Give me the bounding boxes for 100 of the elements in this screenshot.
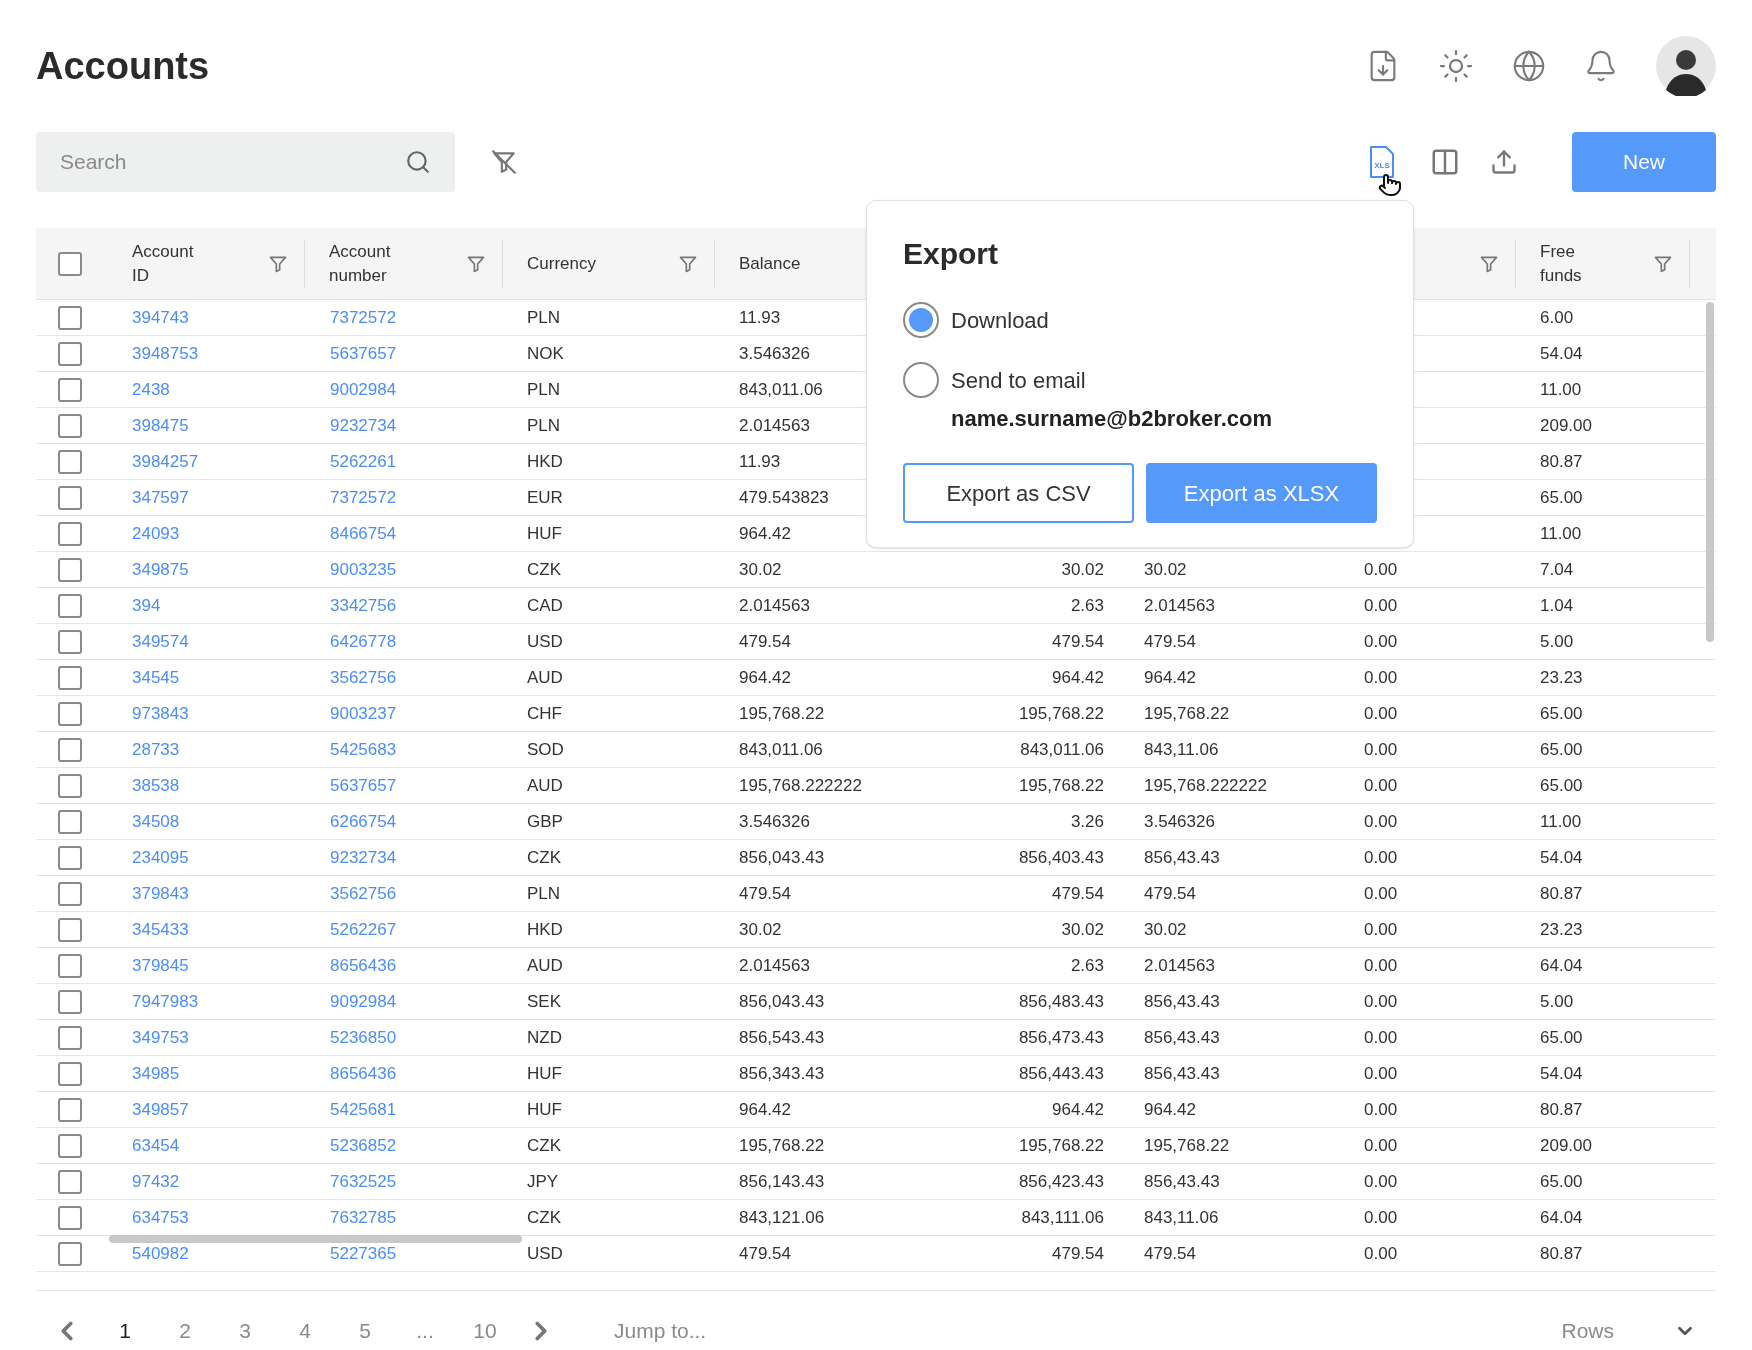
radio-option[interactable]: Download	[903, 302, 1377, 338]
bell-icon[interactable]	[1584, 49, 1618, 83]
account-id-link[interactable]: 398475	[132, 412, 189, 439]
checkbox[interactable]	[58, 1205, 82, 1230]
checkbox[interactable]	[58, 845, 82, 870]
account-id-link[interactable]: 347597	[132, 484, 189, 511]
account-number-link[interactable]: 6266754	[330, 808, 397, 835]
page-link[interactable]: 4	[290, 1314, 320, 1347]
export-xlsx-button[interactable]: Export as XLSX	[1146, 463, 1377, 523]
account-id-link[interactable]: 34508	[132, 808, 180, 835]
checkbox[interactable]	[58, 1061, 82, 1086]
radio-option[interactable]: Send to email	[903, 362, 1377, 398]
account-number-link[interactable]: 9003235	[330, 556, 397, 583]
checkbox[interactable]	[58, 809, 82, 834]
columns-icon[interactable]	[1430, 147, 1460, 177]
account-id-link[interactable]: 349753	[132, 1024, 189, 1051]
account-id-link[interactable]: 24093	[132, 520, 180, 547]
checkbox[interactable]	[58, 449, 82, 474]
checkbox[interactable]	[58, 1025, 82, 1050]
export-csv-button[interactable]: Export as CSV	[903, 463, 1135, 523]
account-number-link[interactable]: 5262261	[330, 448, 397, 475]
account-number-link[interactable]: 8656436	[330, 1060, 397, 1087]
checkbox[interactable]	[58, 953, 82, 978]
account-number-link[interactable]: 5425681	[330, 1096, 397, 1123]
account-number-link[interactable]: 7632785	[330, 1204, 397, 1231]
filter-off-icon[interactable]	[491, 149, 517, 175]
account-id-link[interactable]: 394743	[132, 304, 189, 331]
checkbox[interactable]	[58, 701, 82, 726]
page-link[interactable]: 2	[170, 1314, 200, 1347]
page-link[interactable]: 3	[230, 1314, 260, 1347]
account-id-link[interactable]: 540982	[132, 1240, 189, 1267]
account-id-link[interactable]: 349574	[132, 628, 189, 655]
sun-icon[interactable]	[1438, 48, 1474, 84]
account-number-link[interactable]: 5425683	[330, 736, 397, 763]
account-number-link[interactable]: 3562756	[330, 664, 397, 691]
upload-icon[interactable]	[1490, 148, 1518, 176]
checkbox[interactable]	[58, 305, 82, 330]
filter-icon[interactable]	[1479, 254, 1499, 274]
page-link[interactable]: 5	[350, 1314, 380, 1347]
checkbox[interactable]	[58, 485, 82, 510]
checkbox[interactable]	[58, 629, 82, 654]
account-id-link[interactable]: 379843	[132, 880, 189, 907]
account-id-link[interactable]: 379845	[132, 952, 189, 979]
checkbox[interactable]	[58, 252, 82, 276]
checkbox[interactable]	[58, 341, 82, 366]
account-number-link[interactable]: 3342756	[330, 592, 397, 619]
checkbox[interactable]	[58, 1169, 82, 1194]
checkbox[interactable]	[58, 881, 82, 906]
checkbox[interactable]	[58, 377, 82, 402]
account-id-link[interactable]: 28733	[132, 736, 180, 763]
filter-icon[interactable]	[678, 254, 698, 274]
checkbox[interactable]	[58, 665, 82, 690]
account-number-link[interactable]: 5236850	[330, 1024, 397, 1051]
account-id-link[interactable]: 345433	[132, 916, 189, 943]
search-icon[interactable]	[405, 149, 431, 175]
account-number-link[interactable]: 6426778	[330, 628, 397, 655]
account-id-link[interactable]: 634753	[132, 1204, 189, 1231]
account-id-link[interactable]: 7947983	[132, 988, 199, 1015]
account-number-link[interactable]: 7632525	[330, 1168, 397, 1195]
account-id-link[interactable]: 34985	[132, 1060, 180, 1087]
account-id-link[interactable]: 349857	[132, 1096, 189, 1123]
account-id-link[interactable]: 2438	[132, 376, 170, 403]
account-id-link[interactable]: 394	[132, 592, 161, 619]
checkbox[interactable]	[58, 1097, 82, 1122]
account-id-link[interactable]: 34545	[132, 664, 180, 691]
vertical-scrollbar[interactable]	[1706, 302, 1714, 642]
checkbox[interactable]	[58, 557, 82, 582]
checkbox[interactable]	[58, 1133, 82, 1158]
checkbox[interactable]	[58, 521, 82, 546]
filter-icon[interactable]	[466, 254, 486, 274]
account-number-link[interactable]: 9232734	[330, 412, 397, 439]
filter-icon[interactable]	[1653, 254, 1673, 274]
xls-file-icon[interactable]: XLS	[1368, 146, 1396, 178]
checkbox[interactable]	[58, 773, 82, 798]
checkbox[interactable]	[58, 413, 82, 438]
account-number-link[interactable]: 3562756	[330, 880, 397, 907]
account-number-link[interactable]: 8466754	[330, 520, 397, 547]
horizontal-scrollbar[interactable]	[109, 1235, 522, 1243]
globe-icon[interactable]	[1512, 49, 1546, 83]
account-number-link[interactable]: 5227365	[330, 1240, 397, 1267]
account-id-link[interactable]: 38538	[132, 772, 180, 799]
account-number-link[interactable]: 8656436	[330, 952, 397, 979]
account-number-link[interactable]: 5262267	[330, 916, 397, 943]
account-id-link[interactable]: 3984257	[132, 448, 199, 475]
account-number-link[interactable]: 9092984	[330, 988, 397, 1015]
jump-to-field[interactable]: Jump to...	[614, 1314, 814, 1347]
checkbox[interactable]	[58, 737, 82, 762]
account-id-link[interactable]: 349875	[132, 556, 189, 583]
checkbox[interactable]	[58, 593, 82, 618]
page-link[interactable]: 1	[110, 1314, 140, 1347]
account-number-link[interactable]: 5637657	[330, 772, 397, 799]
account-id-link[interactable]: 3948753	[132, 340, 199, 367]
filter-icon[interactable]	[268, 254, 288, 274]
checkbox[interactable]	[58, 1241, 82, 1266]
account-number-link[interactable]: 5637657	[330, 340, 397, 367]
rows-dropdown[interactable]: Rows	[1561, 1314, 1696, 1347]
account-id-link[interactable]: 97432	[132, 1168, 180, 1195]
account-number-link[interactable]: 9003237	[330, 700, 397, 727]
account-number-link[interactable]: 7372572	[330, 304, 397, 331]
account-number-link[interactable]: 5236852	[330, 1132, 397, 1159]
